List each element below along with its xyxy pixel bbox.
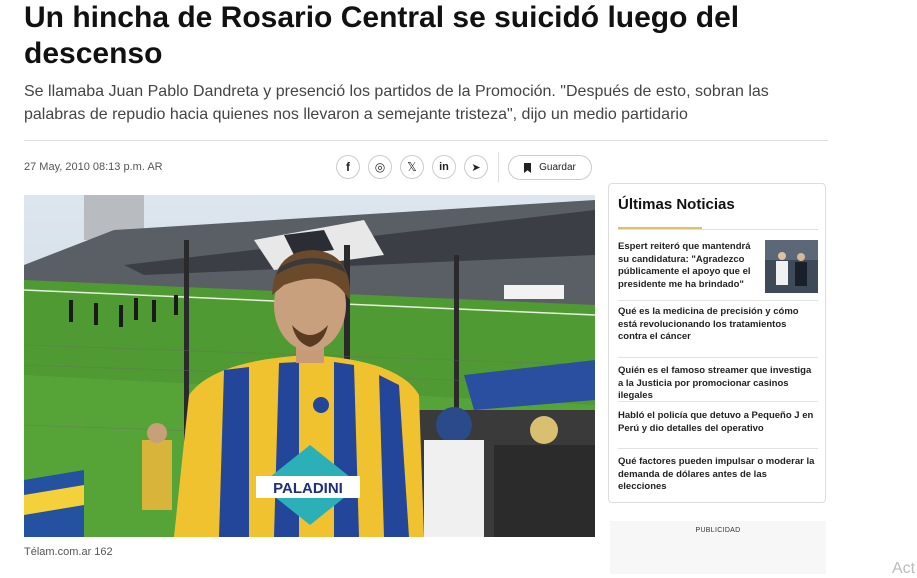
ad-slot: PUBLICIDAD bbox=[610, 521, 826, 574]
news-item-2[interactable]: Qué es la medicina de precisión y cómo e… bbox=[618, 306, 818, 344]
x-icon[interactable]: 𝕏 bbox=[400, 155, 424, 179]
news-item-1[interactable]: Espert reiteró que mantendrá su candidat… bbox=[618, 241, 758, 291]
save-label: Guardar bbox=[539, 162, 576, 173]
news-divider bbox=[618, 357, 818, 358]
ad-label: PUBLICIDAD bbox=[695, 527, 741, 534]
news-item-1-thumbnail[interactable] bbox=[765, 240, 818, 293]
article-photo: PALADINI bbox=[24, 195, 595, 537]
news-divider bbox=[618, 401, 818, 402]
article-subhead: Se llamaba Juan Pablo Dandreta y presenc… bbox=[24, 83, 769, 123]
photo-caption: Télam.com.ar 162 bbox=[24, 546, 113, 558]
telegram-icon[interactable]: ➤ bbox=[464, 155, 488, 179]
bookmark-icon bbox=[524, 162, 532, 173]
header-divider bbox=[24, 140, 828, 141]
whatsapp-icon[interactable]: ◎ bbox=[368, 155, 392, 179]
news-item-3[interactable]: Quién es el famoso streamer que investig… bbox=[618, 365, 818, 403]
news-item-5[interactable]: Qué factores pueden impulsar o moderar l… bbox=[618, 456, 818, 494]
share-separator bbox=[498, 152, 499, 182]
article-dateline: 27 May, 2010 08:13 p.m. AR bbox=[24, 161, 163, 173]
latest-news-panel: Últimas Noticias Espert reiteró que mant… bbox=[608, 183, 826, 503]
activate-watermark: Act bbox=[892, 560, 916, 577]
latest-news-accent bbox=[618, 227, 702, 229]
latest-news-divider bbox=[618, 229, 818, 230]
save-button[interactable]: Guardar bbox=[508, 155, 592, 180]
linkedin-icon[interactable]: in bbox=[432, 155, 456, 179]
photo-shirt-text: PALADINI bbox=[273, 480, 343, 497]
article-headline: Un hincha de Rosario Central se suicidó … bbox=[24, 1, 740, 70]
facebook-icon[interactable]: f bbox=[336, 155, 360, 179]
news-divider bbox=[618, 448, 818, 449]
news-item-4[interactable]: Habló el policía que detuvo a Pequeño J … bbox=[618, 410, 818, 435]
news-divider bbox=[618, 300, 818, 301]
latest-news-title: Últimas Noticias bbox=[618, 196, 735, 213]
